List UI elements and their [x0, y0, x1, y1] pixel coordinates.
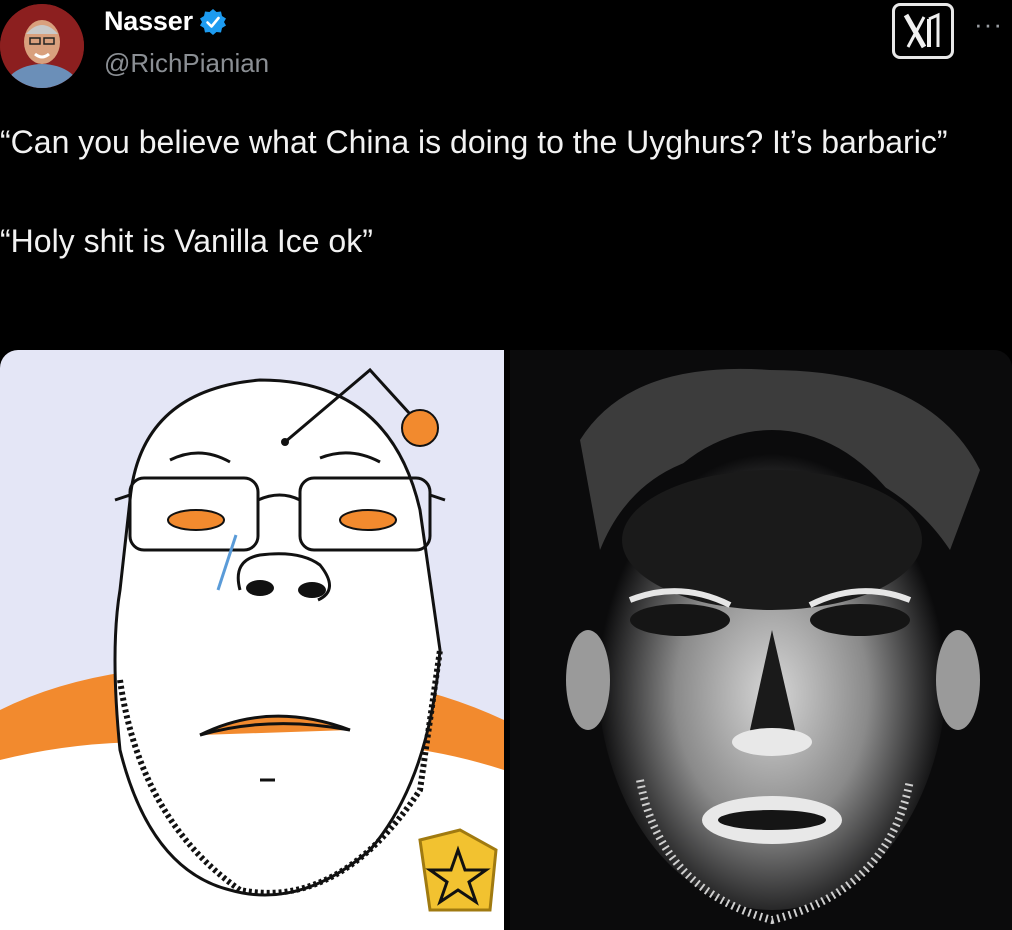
tweet-text: “Can you believe what China is doing to … — [0, 118, 1000, 266]
verified-badge-icon — [199, 8, 227, 36]
user-handle[interactable]: @RichPianian — [104, 48, 269, 79]
tweet-media[interactable] — [0, 350, 1012, 930]
display-name[interactable]: Nasser — [104, 6, 193, 37]
profile-avatar[interactable] — [0, 4, 84, 88]
more-options-button[interactable]: ··· — [974, 11, 1003, 37]
tweet-line-1: “Can you believe what China is doing to … — [0, 124, 948, 160]
soyjak-cartoon-image[interactable] — [0, 350, 504, 930]
tweet-line-2: “Holy shit is Vanilla Ice ok” — [0, 223, 373, 259]
inverted-face-image[interactable] — [510, 350, 1012, 930]
x-logo-icon[interactable] — [892, 3, 954, 59]
